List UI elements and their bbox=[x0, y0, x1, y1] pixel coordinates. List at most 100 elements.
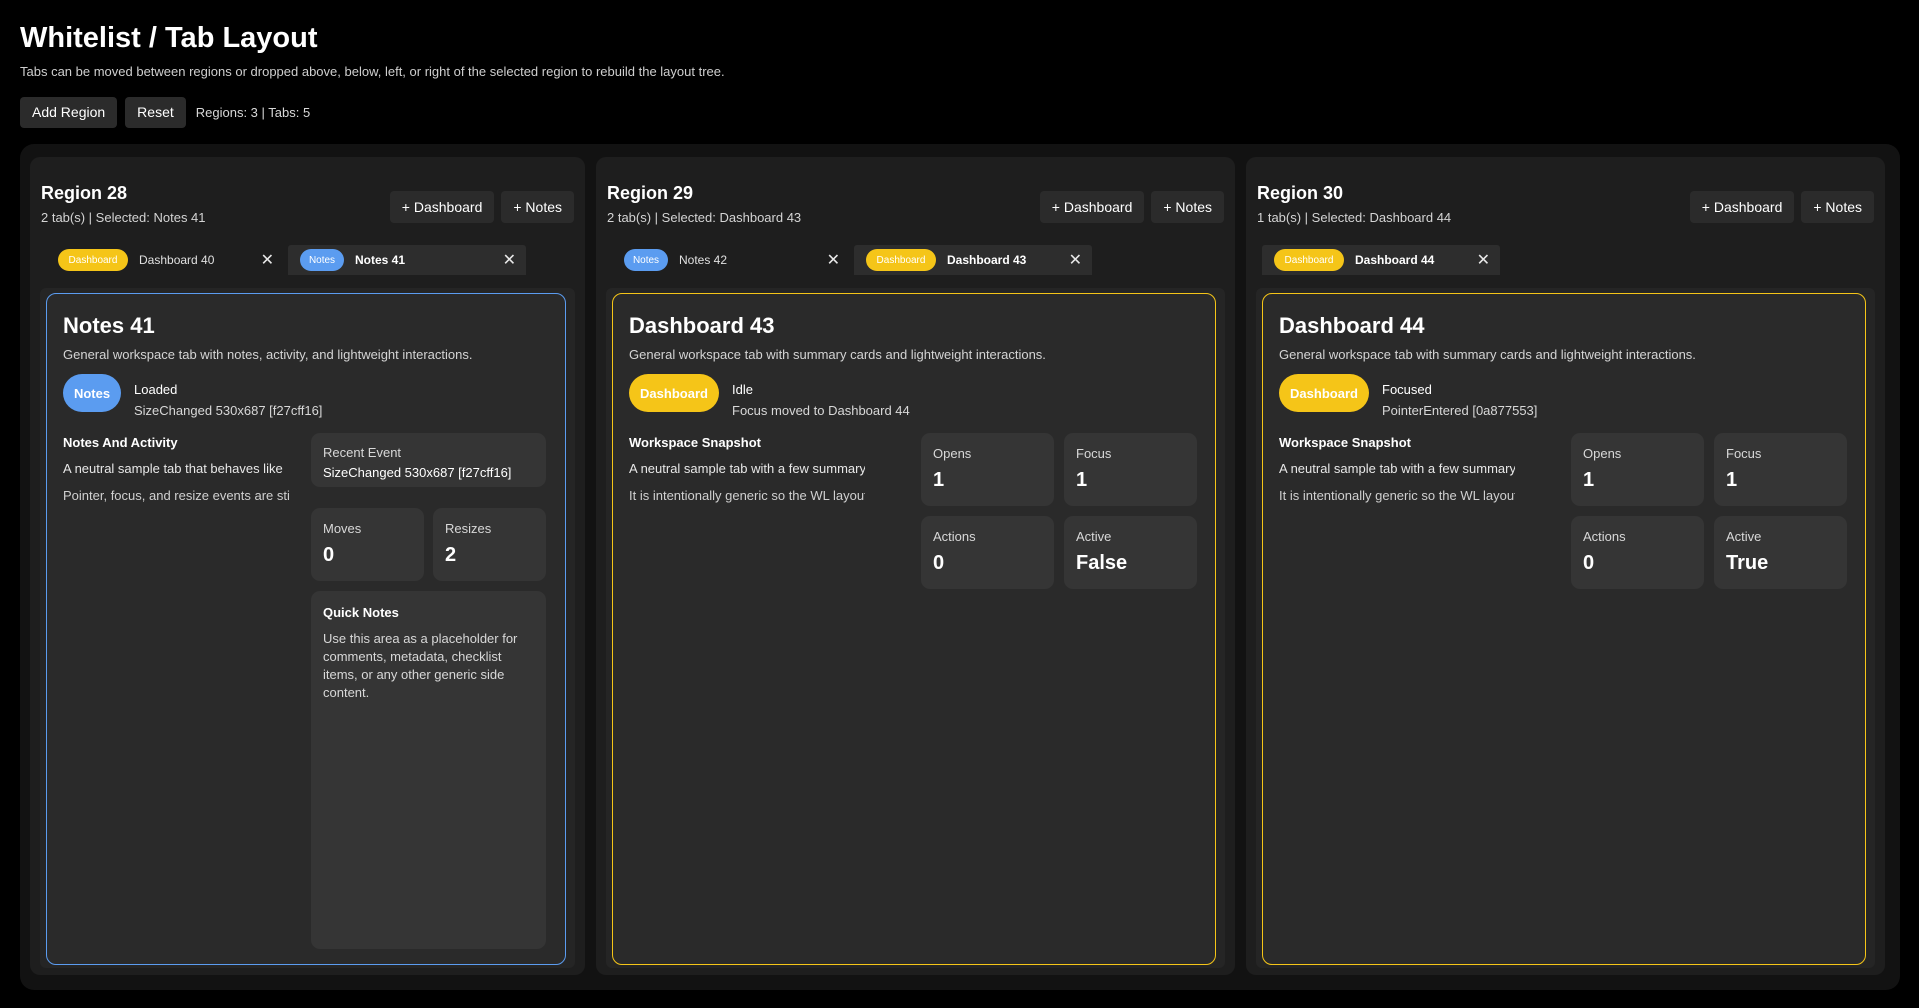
card-value: 0 bbox=[1583, 552, 1595, 574]
card-value: 1 bbox=[1076, 469, 1088, 491]
state-detail: SizeChanged 530x687 [f27cff16] bbox=[134, 403, 323, 418]
card-label: Recent Event bbox=[323, 445, 402, 460]
dashboard-badge: Dashboard bbox=[58, 249, 128, 271]
opens-card: Opens 1 bbox=[1571, 433, 1704, 506]
card-label: Focus bbox=[1076, 446, 1112, 461]
section-title: Notes And Activity bbox=[63, 435, 178, 450]
close-icon[interactable]: ✕ bbox=[1477, 250, 1490, 270]
region-29: Region 29 2 tab(s) | Selected: Dashboard… bbox=[596, 157, 1235, 975]
tab-notes-42[interactable]: Notes Notes 42 ✕ bbox=[612, 245, 850, 275]
tab-label: Dashboard 40 bbox=[139, 253, 215, 267]
region-actions: + Dashboard + Notes bbox=[389, 191, 574, 223]
tab-dashboard-44[interactable]: Dashboard Dashboard 44 ✕ bbox=[1262, 245, 1500, 275]
card-label: Focus bbox=[1726, 446, 1762, 461]
tab-dashboard-40[interactable]: Dashboard Dashboard 40 ✕ bbox=[46, 245, 284, 275]
focus-card: Focus 1 bbox=[1064, 433, 1197, 506]
dashboard-panel: Dashboard 43 General workspace tab with … bbox=[612, 293, 1216, 965]
state-block: Focused PointerEntered [0a877553] bbox=[1382, 380, 1537, 420]
tab-strip: Notes Notes 42 ✕ Dashboard Dashboard 43 … bbox=[612, 245, 1092, 275]
section-title: Workspace Snapshot bbox=[629, 435, 761, 450]
add-dashboard-button[interactable]: + Dashboard bbox=[1039, 191, 1145, 223]
active-card: Active True bbox=[1714, 516, 1847, 589]
card-label: Actions bbox=[933, 529, 976, 544]
panel-title: Notes 41 bbox=[63, 313, 155, 338]
add-notes-button[interactable]: + Notes bbox=[1801, 191, 1874, 223]
add-notes-button[interactable]: + Notes bbox=[501, 191, 574, 223]
card-label: Resizes bbox=[445, 521, 492, 536]
region-actions: + Dashboard + Notes bbox=[1039, 191, 1224, 223]
region-info: 1 tab(s) | Selected: Dashboard 44 bbox=[1257, 210, 1452, 225]
page-title: Whitelist / Tab Layout bbox=[20, 22, 318, 54]
notes-panel: Notes 41 General workspace tab with note… bbox=[46, 293, 566, 965]
focus-card: Focus 1 bbox=[1714, 433, 1847, 506]
card-label: Opens bbox=[1583, 446, 1622, 461]
section-text: It is intentionally generic so the WL la… bbox=[629, 488, 865, 503]
tab-content-area: Dashboard 44 General workspace tab with … bbox=[1256, 288, 1875, 968]
section-text: A neutral sample tab with a few summary … bbox=[629, 461, 865, 476]
panel-description: General workspace tab with notes, activi… bbox=[63, 347, 473, 362]
tab-strip: Dashboard Dashboard 40 ✕ Notes Notes 41 … bbox=[46, 245, 526, 275]
page-subtitle: Tabs can be moved between regions or dro… bbox=[20, 64, 725, 79]
state-block: Loaded SizeChanged 530x687 [f27cff16] bbox=[134, 380, 322, 420]
region-actions: + Dashboard + Notes bbox=[1689, 191, 1874, 223]
card-value: 0 bbox=[933, 552, 945, 574]
tab-dashboard-43[interactable]: Dashboard Dashboard 43 ✕ bbox=[854, 245, 1092, 275]
card-value: 1 bbox=[933, 469, 945, 491]
notes-badge: Notes bbox=[63, 374, 121, 412]
dashboard-panel: Dashboard 44 General workspace tab with … bbox=[1262, 293, 1866, 965]
close-icon[interactable]: ✕ bbox=[503, 250, 516, 270]
recent-event-card: Recent Event SizeChanged 530x687 [f27cff… bbox=[311, 433, 546, 487]
actions-card: Actions 0 bbox=[921, 516, 1054, 589]
region-28: Region 28 2 tab(s) | Selected: Notes 41 … bbox=[30, 157, 585, 975]
panel-description: General workspace tab with summary cards… bbox=[1279, 347, 1696, 362]
card-value: False bbox=[1076, 552, 1128, 574]
close-icon[interactable]: ✕ bbox=[261, 250, 274, 270]
card-label: Moves bbox=[323, 521, 362, 536]
opens-card: Opens 1 bbox=[921, 433, 1054, 506]
dashboard-badge: Dashboard bbox=[1274, 249, 1344, 271]
card-label: Opens bbox=[933, 446, 972, 461]
region-title: Region 29 bbox=[607, 183, 694, 203]
close-icon[interactable]: ✕ bbox=[827, 250, 840, 270]
dashboard-badge: Dashboard bbox=[866, 249, 936, 271]
region-header: Region 28 2 tab(s) | Selected: Notes 41 bbox=[41, 183, 206, 225]
tab-notes-41[interactable]: Notes Notes 41 ✕ bbox=[288, 245, 526, 275]
section-text: It is intentionally generic so the WL la… bbox=[1279, 488, 1515, 503]
section-text: A neutral sample tab that behaves like bbox=[63, 461, 283, 476]
state-block: Idle Focus moved to Dashboard 44 bbox=[732, 380, 910, 420]
tab-label: Notes 42 bbox=[679, 253, 728, 267]
region-30: Region 30 1 tab(s) | Selected: Dashboard… bbox=[1246, 157, 1885, 975]
dashboard-badge: Dashboard bbox=[629, 374, 719, 412]
add-dashboard-button[interactable]: + Dashboard bbox=[389, 191, 495, 223]
close-icon[interactable]: ✕ bbox=[1069, 250, 1082, 270]
layout-status: Regions: 3 | Tabs: 5 bbox=[195, 104, 311, 120]
toolbar: Add Region Reset Regions: 3 | Tabs: 5 bbox=[20, 96, 310, 128]
region-title: Region 28 bbox=[41, 183, 128, 203]
state-label: Idle bbox=[732, 382, 753, 397]
panel-title: Dashboard 43 bbox=[629, 313, 775, 338]
section-text: A neutral sample tab with a few summary … bbox=[1279, 461, 1515, 476]
dashboard-badge: Dashboard bbox=[1279, 374, 1369, 412]
region-header: Region 30 1 tab(s) | Selected: Dashboard… bbox=[1257, 183, 1451, 225]
layout-workspace: Region 28 2 tab(s) | Selected: Notes 41 … bbox=[20, 144, 1900, 990]
region-info: 2 tab(s) | Selected: Dashboard 43 bbox=[607, 210, 802, 225]
card-value: SizeChanged 530x687 [f27cff16] bbox=[323, 465, 512, 480]
region-header: Region 29 2 tab(s) | Selected: Dashboard… bbox=[607, 183, 801, 225]
state-detail: PointerEntered [0a877553] bbox=[1382, 403, 1538, 418]
tab-label: Notes 41 bbox=[355, 253, 406, 267]
card-label: Active bbox=[1726, 529, 1762, 544]
notes-badge: Notes bbox=[624, 249, 668, 271]
section-text: Pointer, focus, and resize events are st… bbox=[63, 488, 290, 503]
reset-button[interactable]: Reset bbox=[125, 96, 186, 128]
state-detail: Focus moved to Dashboard 44 bbox=[732, 403, 910, 418]
card-value: 1 bbox=[1583, 469, 1595, 491]
add-region-button[interactable]: Add Region bbox=[20, 96, 118, 128]
moves-card: Moves 0 bbox=[311, 508, 424, 581]
panel-title: Dashboard 44 bbox=[1279, 313, 1425, 338]
region-info: 2 tab(s) | Selected: Notes 41 bbox=[41, 210, 206, 225]
card-value: 1 bbox=[1726, 469, 1738, 491]
add-dashboard-button[interactable]: + Dashboard bbox=[1689, 191, 1795, 223]
actions-card: Actions 0 bbox=[1571, 516, 1704, 589]
card-label: Actions bbox=[1583, 529, 1626, 544]
add-notes-button[interactable]: + Notes bbox=[1151, 191, 1224, 223]
